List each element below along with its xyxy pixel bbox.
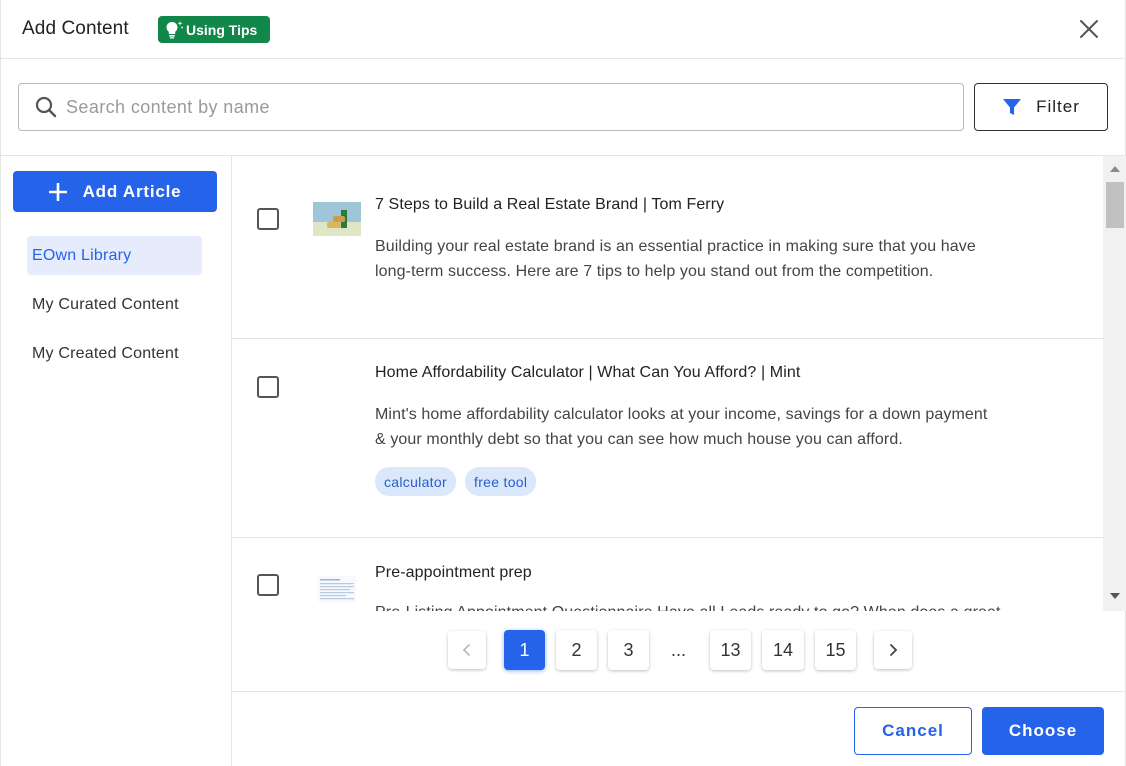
filter-icon xyxy=(1003,99,1022,115)
page-2-button[interactable]: 2 xyxy=(556,630,597,670)
cancel-button[interactable]: Cancel xyxy=(854,707,972,755)
chevron-left-icon xyxy=(462,644,470,656)
sidebar-item-eown-library[interactable]: EOwn Library xyxy=(27,236,202,275)
tag-chip[interactable]: calculator xyxy=(375,467,456,496)
prev-page-button[interactable] xyxy=(448,631,486,669)
item-description: Building your real estate brand is an es… xyxy=(375,238,976,255)
add-article-label: Add Article xyxy=(82,181,182,201)
item-title[interactable]: 7 Steps to Build a Real Estate Brand | T… xyxy=(375,196,724,214)
item-description: Mint's home affordability calculator loo… xyxy=(375,406,988,423)
page-15-button[interactable]: 15 xyxy=(815,630,856,670)
scroll-down-arrow-icon[interactable] xyxy=(1110,593,1120,599)
page-3-button[interactable]: 3 xyxy=(608,630,649,670)
document-thumbnail xyxy=(318,576,356,602)
using-tips-button[interactable]: Using Tips xyxy=(158,16,270,43)
item-description: long-term success. Here are 7 tips to he… xyxy=(375,263,934,280)
sidebar-item-my-created-content[interactable]: My Created Content xyxy=(27,334,202,373)
item-checkbox[interactable] xyxy=(257,376,279,398)
search-icon xyxy=(35,96,57,118)
item-description: & your monthly debt so that you can see … xyxy=(375,431,903,448)
filter-button[interactable]: Filter xyxy=(974,83,1108,131)
list-item: Pre-appointment prep Pre-Listing Appoint… xyxy=(232,538,1103,611)
sidebar-item-my-curated-content[interactable]: My Curated Content xyxy=(27,285,202,324)
filter-label: Filter xyxy=(1036,97,1080,116)
using-tips-label: Using Tips xyxy=(186,21,258,38)
divider xyxy=(232,691,1126,692)
next-page-button[interactable] xyxy=(874,631,912,669)
page-14-button[interactable]: 14 xyxy=(762,630,804,670)
item-title[interactable]: Pre-appointment prep xyxy=(375,564,532,582)
search-box xyxy=(18,83,964,131)
modal-title: Add Content xyxy=(22,18,129,39)
add-content-modal: Add Content Using Tips Filter xyxy=(0,0,1126,766)
pagination-ellipsis: ... xyxy=(671,640,687,660)
item-checkbox[interactable] xyxy=(257,208,279,230)
item-title[interactable]: Home Affordability Calculator | What Can… xyxy=(375,364,800,382)
item-description: Pre-Listing Appointment Questionnaire Ha… xyxy=(375,600,1075,611)
add-article-button[interactable]: Add Article xyxy=(13,171,217,212)
tag-chip[interactable]: free tool xyxy=(465,467,537,496)
lightbulb-icon xyxy=(166,20,183,38)
search-input[interactable] xyxy=(66,84,946,130)
scroll-thumb[interactable] xyxy=(1106,182,1124,228)
modal-header: Add Content Using Tips xyxy=(1,0,1126,59)
list-item: Home Affordability Calculator | What Can… xyxy=(232,339,1103,538)
item-checkbox[interactable] xyxy=(257,574,279,596)
page-1-button[interactable]: 1 xyxy=(504,630,545,670)
scrollbar[interactable] xyxy=(1103,156,1126,611)
list-item: 7 Steps to Build a Real Estate Brand | T… xyxy=(232,156,1103,339)
article-thumbnail xyxy=(313,202,361,236)
choose-button[interactable]: Choose xyxy=(982,707,1104,755)
close-icon[interactable] xyxy=(1077,17,1101,41)
chevron-right-icon xyxy=(890,644,898,656)
scroll-up-arrow-icon[interactable] xyxy=(1110,166,1120,172)
content-list: 7 Steps to Build a Real Estate Brand | T… xyxy=(232,156,1103,611)
plus-icon xyxy=(48,182,67,201)
page-13-button[interactable]: 13 xyxy=(710,630,751,670)
